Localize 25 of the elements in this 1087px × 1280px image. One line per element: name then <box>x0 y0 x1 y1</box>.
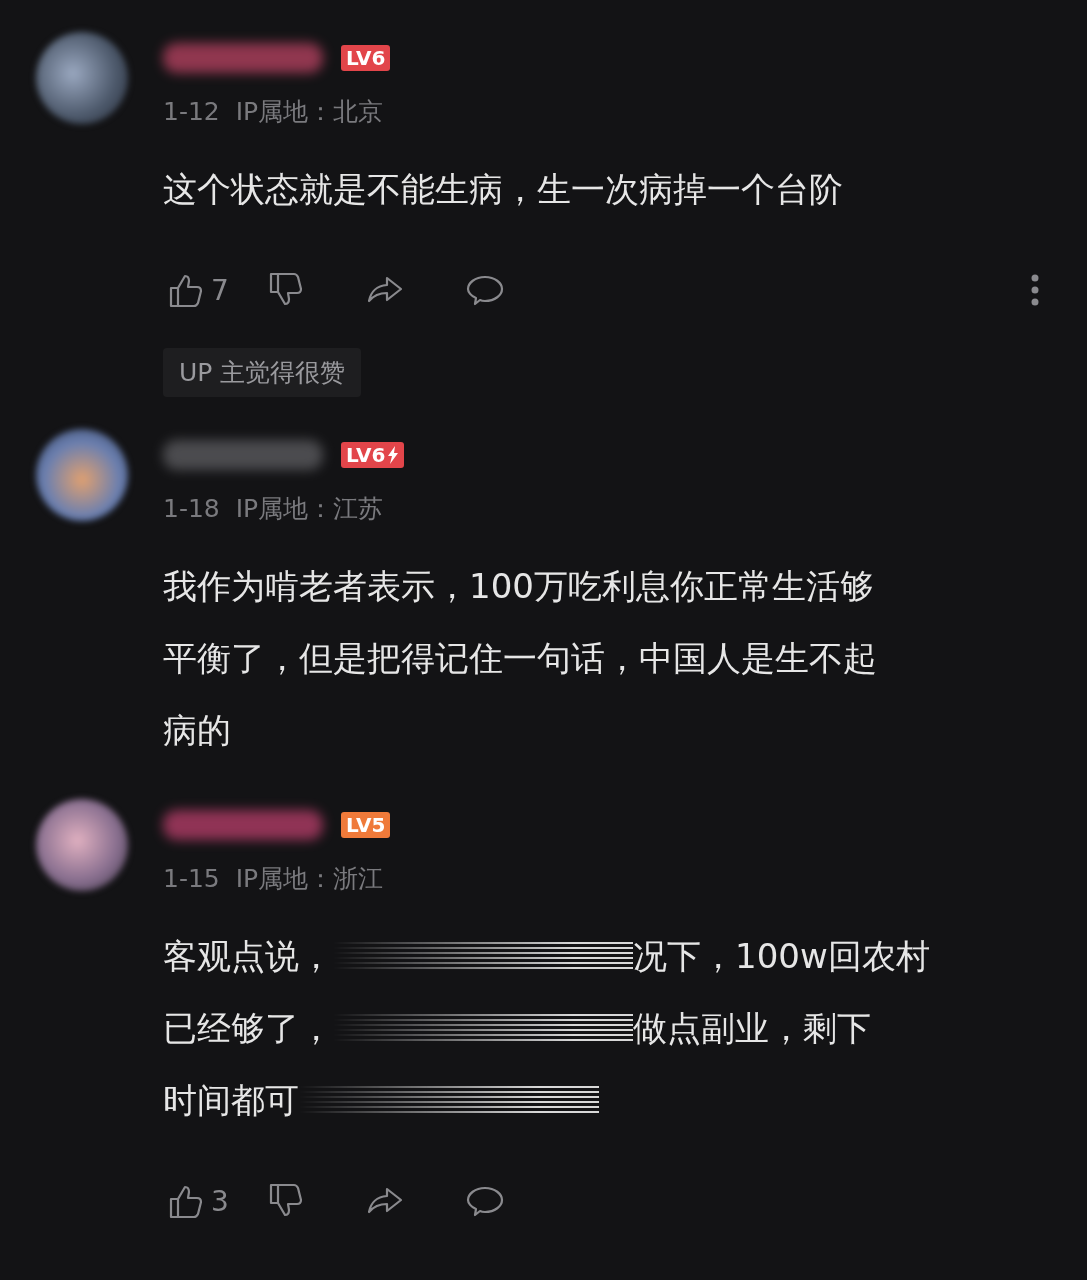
more-icon[interactable] <box>1029 272 1041 308</box>
comment-date: 1-12 <box>163 96 220 126</box>
comment-date: 1-15 <box>163 863 220 893</box>
like-button[interactable]: 7 <box>163 268 263 312</box>
comment-date: 1-18 <box>163 493 220 523</box>
comment-text: 这个状态就是不能生病，生一次病掉一个台阶 <box>163 168 843 211</box>
avatar[interactable] <box>36 32 128 124</box>
comment-text: 做点副业，剩下 <box>633 1007 871 1050</box>
up-liked-tag: UP 主觉得很赞 <box>163 348 362 397</box>
level-badge: LV6 <box>341 442 405 468</box>
level-badge: LV5 <box>341 812 391 838</box>
ip-location: IP属地：浙江 <box>235 862 384 895</box>
comment-text: 病的 <box>163 709 231 752</box>
level-badge: LV6 <box>341 45 391 71</box>
like-button[interactable]: 3 <box>163 1179 263 1223</box>
comment-text: 平衡了，但是把得记住一句话，中国人是生不起 <box>163 637 877 680</box>
comment-text: 时间都可 <box>163 1079 299 1122</box>
comment-text: 已经够了， <box>163 1007 333 1050</box>
ip-location: IP属地：江苏 <box>235 492 384 525</box>
avatar[interactable] <box>36 429 128 521</box>
avatar[interactable] <box>36 799 128 891</box>
comment-text: 客观点说， <box>163 935 333 978</box>
comment-text: 我作为啃老者表示，100万吃利息你正常生活够 <box>163 565 874 608</box>
ip-location: IP属地：北京 <box>235 95 384 128</box>
comment-text: 况下，100w回农村 <box>633 935 930 978</box>
